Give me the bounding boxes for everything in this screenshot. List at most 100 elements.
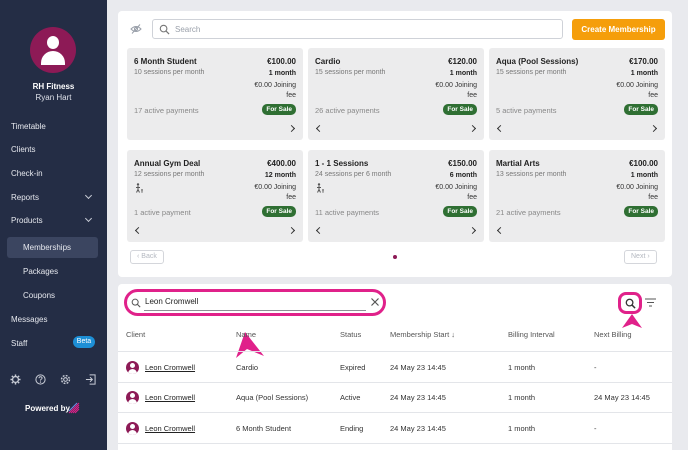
chevron-left-icon[interactable] [315, 226, 324, 235]
chevron-left-icon[interactable] [134, 226, 143, 235]
nav-timetable[interactable]: Timetable [11, 122, 46, 131]
pagination-next-button[interactable]: Next › [624, 250, 657, 264]
nav-staff[interactable]: Staff [11, 339, 27, 348]
products-chevron-down-icon[interactable] [84, 214, 93, 223]
membership-card[interactable]: 6 Month Student €100.00 10 sessions per … [127, 48, 303, 140]
avatar [126, 361, 139, 374]
divider [118, 443, 672, 444]
profile-avatar[interactable] [30, 27, 76, 73]
billing-interval: 1 month [508, 363, 536, 372]
avatar [126, 422, 139, 435]
divider [118, 351, 672, 352]
chevron-right-icon[interactable] [287, 226, 296, 235]
card-active-payments: 17 active payments [134, 106, 199, 115]
membership-card[interactable]: Cardio €120.00 15 sessions per month 1 m… [308, 48, 484, 140]
search-toggle-button[interactable] [618, 292, 642, 314]
chevron-left-icon[interactable] [315, 124, 324, 133]
chevron-right-icon[interactable] [649, 124, 658, 133]
membership-start: 24 May 23 14:45 [390, 424, 446, 433]
settings-icon[interactable] [10, 374, 21, 385]
card-name: Annual Gym Deal [134, 159, 201, 168]
nav-coupons[interactable]: Coupons [23, 291, 55, 300]
status: Ending [340, 424, 364, 433]
nav-messages[interactable]: Messages [11, 315, 47, 324]
membership-card[interactable]: Martial Arts €100.00 13 sessions per mon… [489, 150, 665, 242]
col-membership-start[interactable]: Membership Start ↓ [390, 330, 455, 339]
avatar-body [128, 430, 137, 435]
help-icon[interactable] [35, 374, 46, 385]
membership-card[interactable]: Annual Gym Deal €400.00 12 sessions per … [127, 150, 303, 242]
chevron-left-icon[interactable] [496, 226, 505, 235]
card-active-payments: 21 active payments [496, 208, 561, 217]
search-icon [159, 24, 170, 35]
fee-line-1: €0.00 Joining [435, 184, 477, 191]
nav-products[interactable]: Products [11, 216, 43, 225]
col-next-billing[interactable]: Next Billing [594, 330, 632, 339]
card-duration: 12 month [264, 172, 296, 179]
membership-card[interactable]: 1 - 1 Sessions €150.00 24 sessions per 6… [308, 150, 484, 242]
card-name: 6 Month Student [134, 57, 197, 66]
nav-memberships[interactable]: Memberships [23, 243, 71, 252]
card-price: €120.00 [448, 57, 477, 66]
col-name[interactable]: Name [236, 330, 256, 339]
card-duration: 1 month [449, 70, 477, 77]
pagination-dot[interactable] [393, 255, 397, 259]
for-sale-badge: For Sale [443, 104, 477, 115]
avatar-head [47, 36, 59, 49]
logout-icon[interactable] [85, 374, 96, 385]
billing-interval: 1 month [508, 424, 536, 433]
card-joining-fee: €0.00 Joining fee [598, 81, 658, 101]
client-filter-box[interactable]: Leon Cromwell [124, 289, 386, 316]
status: Expired [340, 363, 366, 372]
close-icon[interactable] [370, 297, 380, 307]
input-underline [144, 310, 366, 311]
chevron-right-icon[interactable] [468, 124, 477, 133]
avatar-body [128, 369, 137, 374]
col-status[interactable]: Status [340, 330, 361, 339]
chevron-right-icon[interactable] [468, 226, 477, 235]
client-link[interactable]: Leon Cromwell [145, 424, 195, 433]
create-membership-button[interactable]: Create Membership [572, 19, 665, 40]
card-sessions: 10 sessions per month [134, 69, 205, 76]
avatar-head [130, 393, 135, 398]
kids-icon [136, 183, 143, 193]
card-name: Aqua (Pool Sessions) [496, 57, 579, 66]
card-sessions: 15 sessions per month [315, 69, 386, 76]
divider [118, 412, 672, 413]
for-sale-badge: For Sale [443, 206, 477, 217]
client-link[interactable]: Leon Cromwell [145, 393, 195, 402]
nav-packages[interactable]: Packages [23, 267, 58, 276]
nav-reports[interactable]: Reports [11, 193, 39, 202]
card-joining-fee: €0.00 Joining fee [598, 183, 658, 203]
card-active-payments: 1 active payment [134, 208, 191, 217]
chevron-right-icon[interactable] [287, 124, 296, 133]
next-label: Next [631, 253, 646, 260]
card-price: €100.00 [629, 159, 658, 168]
membership-card[interactable]: Aqua (Pool Sessions) €170.00 15 sessions… [489, 48, 665, 140]
for-sale-badge: For Sale [624, 104, 658, 115]
col-client[interactable]: Client [126, 330, 145, 339]
membership-start: 24 May 23 14:45 [390, 393, 446, 402]
nav-check-in[interactable]: Check-in [11, 169, 43, 178]
col-billing-interval[interactable]: Billing Interval [508, 330, 555, 339]
membership-search-input[interactable] [175, 22, 555, 36]
avatar-head [130, 424, 135, 429]
fee-line-2: fee [286, 194, 296, 201]
chevron-left-icon[interactable] [496, 124, 505, 133]
divider [118, 382, 672, 383]
card-duration: 1 month [630, 70, 658, 77]
reports-chevron-down-icon[interactable] [84, 191, 93, 200]
card-active-payments: 11 active payments [315, 208, 380, 217]
card-sessions: 12 sessions per month [134, 171, 205, 178]
eye-off-icon[interactable] [130, 23, 142, 35]
next-billing: 24 May 23 14:45 [594, 393, 650, 402]
search-icon [625, 298, 636, 309]
gear-icon[interactable] [60, 374, 71, 385]
pagination-back-button[interactable]: ‹ Back [130, 250, 164, 264]
avatar-head [130, 363, 135, 368]
client-link[interactable]: Leon Cromwell [145, 363, 195, 372]
filter-icon[interactable] [645, 298, 656, 307]
sort-arrow-down-icon[interactable]: ↓ [451, 330, 455, 339]
nav-clients[interactable]: Clients [11, 145, 35, 154]
client-filter-input[interactable]: Leon Cromwell [145, 297, 198, 306]
